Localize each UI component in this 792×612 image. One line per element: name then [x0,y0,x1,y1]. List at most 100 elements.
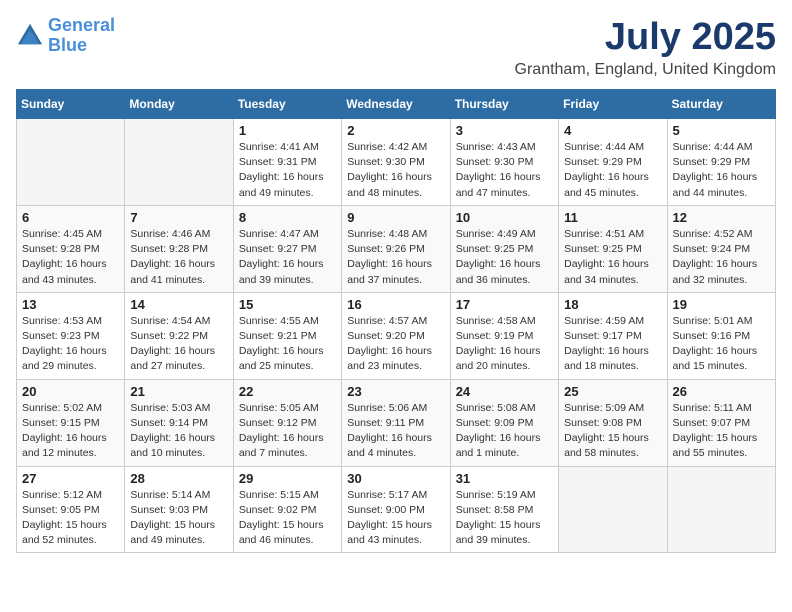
calendar-cell: 22Sunrise: 5:05 AMSunset: 9:12 PMDayligh… [233,379,341,466]
calendar-header-row: SundayMondayTuesdayWednesdayThursdayFrid… [17,90,776,119]
day-number: 19 [673,297,770,312]
day-detail: Sunrise: 4:52 AMSunset: 9:24 PMDaylight:… [673,227,770,288]
day-detail: Sunrise: 5:17 AMSunset: 9:00 PMDaylight:… [347,488,444,549]
day-detail: Sunrise: 4:55 AMSunset: 9:21 PMDaylight:… [239,314,336,375]
month-title: July 2025 [515,16,776,59]
day-number: 14 [130,297,227,312]
logo-general: General [48,15,115,35]
page-header: General Blue July 2025 Grantham, England… [16,16,776,79]
day-number: 18 [564,297,661,312]
day-number: 29 [239,471,336,486]
calendar-cell: 30 Sunrise: 5:17 AMSunset: 9:00 PMDayligh… [342,466,450,553]
day-number: 6 [22,210,119,225]
day-detail: Sunrise: 5:01 AMSunset: 9:16 PMDaylight:… [673,314,770,375]
day-number: 12 [673,210,770,225]
day-number: 21 [130,384,227,399]
calendar-cell: 19 Sunrise: 5:01 AMSunset: 9:16 PMDayligh… [667,292,775,379]
calendar-cell: 16Sunrise: 4:57 AMSunset: 9:20 PMDayligh… [342,292,450,379]
day-detail: Sunrise: 5:14 AMSunset: 9:03 PMDaylight:… [130,488,227,549]
weekday-header: Monday [125,90,233,119]
calendar-cell: 14Sunrise: 4:54 AMSunset: 9:22 PMDayligh… [125,292,233,379]
day-detail: Sunrise: 5:02 AMSunset: 9:15 PMDaylight:… [22,401,119,462]
calendar-cell: 20 Sunrise: 5:02 AMSunset: 9:15 PMDayligh… [17,379,125,466]
day-detail: Sunrise: 4:47 AMSunset: 9:27 PMDaylight:… [239,227,336,288]
calendar-cell: 29 Sunrise: 5:15 AMSunset: 9:02 PMDayligh… [233,466,341,553]
calendar-cell [667,466,775,553]
day-number: 9 [347,210,444,225]
day-detail: Sunrise: 5:19 AMSunset: 8:58 PMDaylight:… [456,488,553,549]
calendar-cell: 25Sunrise: 5:09 AMSunset: 9:08 PMDayligh… [559,379,667,466]
logo-icon [16,22,44,50]
day-detail: Sunrise: 5:11 AMSunset: 9:07 PMDaylight:… [673,401,770,462]
weekday-header: Friday [559,90,667,119]
calendar-cell: 10Sunrise: 4:49 AMSunset: 9:25 PMDayligh… [450,205,558,292]
calendar-cell: 11 Sunrise: 4:51 AMSunset: 9:25 PMDayligh… [559,205,667,292]
calendar-cell: 23 Sunrise: 5:06 AMSunset: 9:11 PMDayligh… [342,379,450,466]
day-detail: Sunrise: 4:46 AMSunset: 9:28 PMDaylight:… [130,227,227,288]
logo: General Blue [16,16,115,56]
day-detail: Sunrise: 4:51 AMSunset: 9:25 PMDaylight:… [564,227,661,288]
weekday-header: Wednesday [342,90,450,119]
calendar-cell: 8 Sunrise: 4:47 AMSunset: 9:27 PMDaylight… [233,205,341,292]
calendar-cell: 5Sunrise: 4:44 AMSunset: 9:29 PMDaylight… [667,119,775,206]
calendar-week-row: 6Sunrise: 4:45 AMSunset: 9:28 PMDaylight… [17,205,776,292]
calendar-cell: 21 Sunrise: 5:03 AMSunset: 9:14 PMDayligh… [125,379,233,466]
calendar-cell: 13Sunrise: 4:53 AMSunset: 9:23 PMDayligh… [17,292,125,379]
calendar-cell: 15 Sunrise: 4:55 AMSunset: 9:21 PMDayligh… [233,292,341,379]
location-title: Grantham, England, United Kingdom [515,61,776,79]
calendar-cell: 12 Sunrise: 4:52 AMSunset: 9:24 PMDayligh… [667,205,775,292]
day-number: 15 [239,297,336,312]
day-number: 28 [130,471,227,486]
calendar-cell [125,119,233,206]
day-number: 8 [239,210,336,225]
calendar-cell [559,466,667,553]
calendar-cell: 28 Sunrise: 5:14 AMSunset: 9:03 PMDayligh… [125,466,233,553]
day-number: 20 [22,384,119,399]
calendar-cell: 4 Sunrise: 4:44 AMSunset: 9:29 PMDaylight… [559,119,667,206]
day-number: 4 [564,123,661,138]
calendar-week-row: 13Sunrise: 4:53 AMSunset: 9:23 PMDayligh… [17,292,776,379]
day-number: 22 [239,384,336,399]
calendar-cell: 26 Sunrise: 5:11 AMSunset: 9:07 PMDayligh… [667,379,775,466]
day-number: 31 [456,471,553,486]
day-number: 11 [564,210,661,225]
calendar-cell: 24Sunrise: 5:08 AMSunset: 9:09 PMDayligh… [450,379,558,466]
calendar-cell: 3Sunrise: 4:43 AMSunset: 9:30 PMDaylight… [450,119,558,206]
day-detail: Sunrise: 5:15 AMSunset: 9:02 PMDaylight:… [239,488,336,549]
calendar-week-row: 20 Sunrise: 5:02 AMSunset: 9:15 PMDayligh… [17,379,776,466]
calendar-cell: 6Sunrise: 4:45 AMSunset: 9:28 PMDaylight… [17,205,125,292]
weekday-header: Saturday [667,90,775,119]
weekday-header: Tuesday [233,90,341,119]
day-detail: Sunrise: 4:59 AMSunset: 9:17 PMDaylight:… [564,314,661,375]
day-number: 10 [456,210,553,225]
day-number: 30 [347,471,444,486]
calendar-cell: 2 Sunrise: 4:42 AMSunset: 9:30 PMDaylight… [342,119,450,206]
day-number: 2 [347,123,444,138]
calendar-week-row: 27Sunrise: 5:12 AMSunset: 9:05 PMDayligh… [17,466,776,553]
day-detail: Sunrise: 4:48 AMSunset: 9:26 PMDaylight:… [347,227,444,288]
day-number: 7 [130,210,227,225]
logo-blue: Blue [48,35,87,55]
day-detail: Sunrise: 5:03 AMSunset: 9:14 PMDaylight:… [130,401,227,462]
day-number: 23 [347,384,444,399]
day-detail: Sunrise: 4:44 AMSunset: 9:29 PMDaylight:… [564,140,661,201]
calendar-cell: 1Sunrise: 4:41 AMSunset: 9:31 PMDaylight… [233,119,341,206]
calendar-cell: 31 Sunrise: 5:19 AMSunset: 8:58 PMDayligh… [450,466,558,553]
day-detail: Sunrise: 5:12 AMSunset: 9:05 PMDaylight:… [22,488,119,549]
day-number: 17 [456,297,553,312]
day-number: 5 [673,123,770,138]
day-number: 1 [239,123,336,138]
day-detail: Sunrise: 4:53 AMSunset: 9:23 PMDaylight:… [22,314,119,375]
calendar-cell: 17 Sunrise: 4:58 AMSunset: 9:19 PMDayligh… [450,292,558,379]
day-number: 26 [673,384,770,399]
day-detail: Sunrise: 4:58 AMSunset: 9:19 PMDaylight:… [456,314,553,375]
day-detail: Sunrise: 5:06 AMSunset: 9:11 PMDaylight:… [347,401,444,462]
weekday-header: Sunday [17,90,125,119]
calendar-cell: 27Sunrise: 5:12 AMSunset: 9:05 PMDayligh… [17,466,125,553]
calendar-cell: 18 Sunrise: 4:59 AMSunset: 9:17 PMDayligh… [559,292,667,379]
day-detail: Sunrise: 5:08 AMSunset: 9:09 PMDaylight:… [456,401,553,462]
day-detail: Sunrise: 5:09 AMSunset: 9:08 PMDaylight:… [564,401,661,462]
day-detail: Sunrise: 4:43 AMSunset: 9:30 PMDaylight:… [456,140,553,201]
title-block: July 2025 Grantham, England, United King… [515,16,776,79]
day-detail: Sunrise: 4:42 AMSunset: 9:30 PMDaylight:… [347,140,444,201]
